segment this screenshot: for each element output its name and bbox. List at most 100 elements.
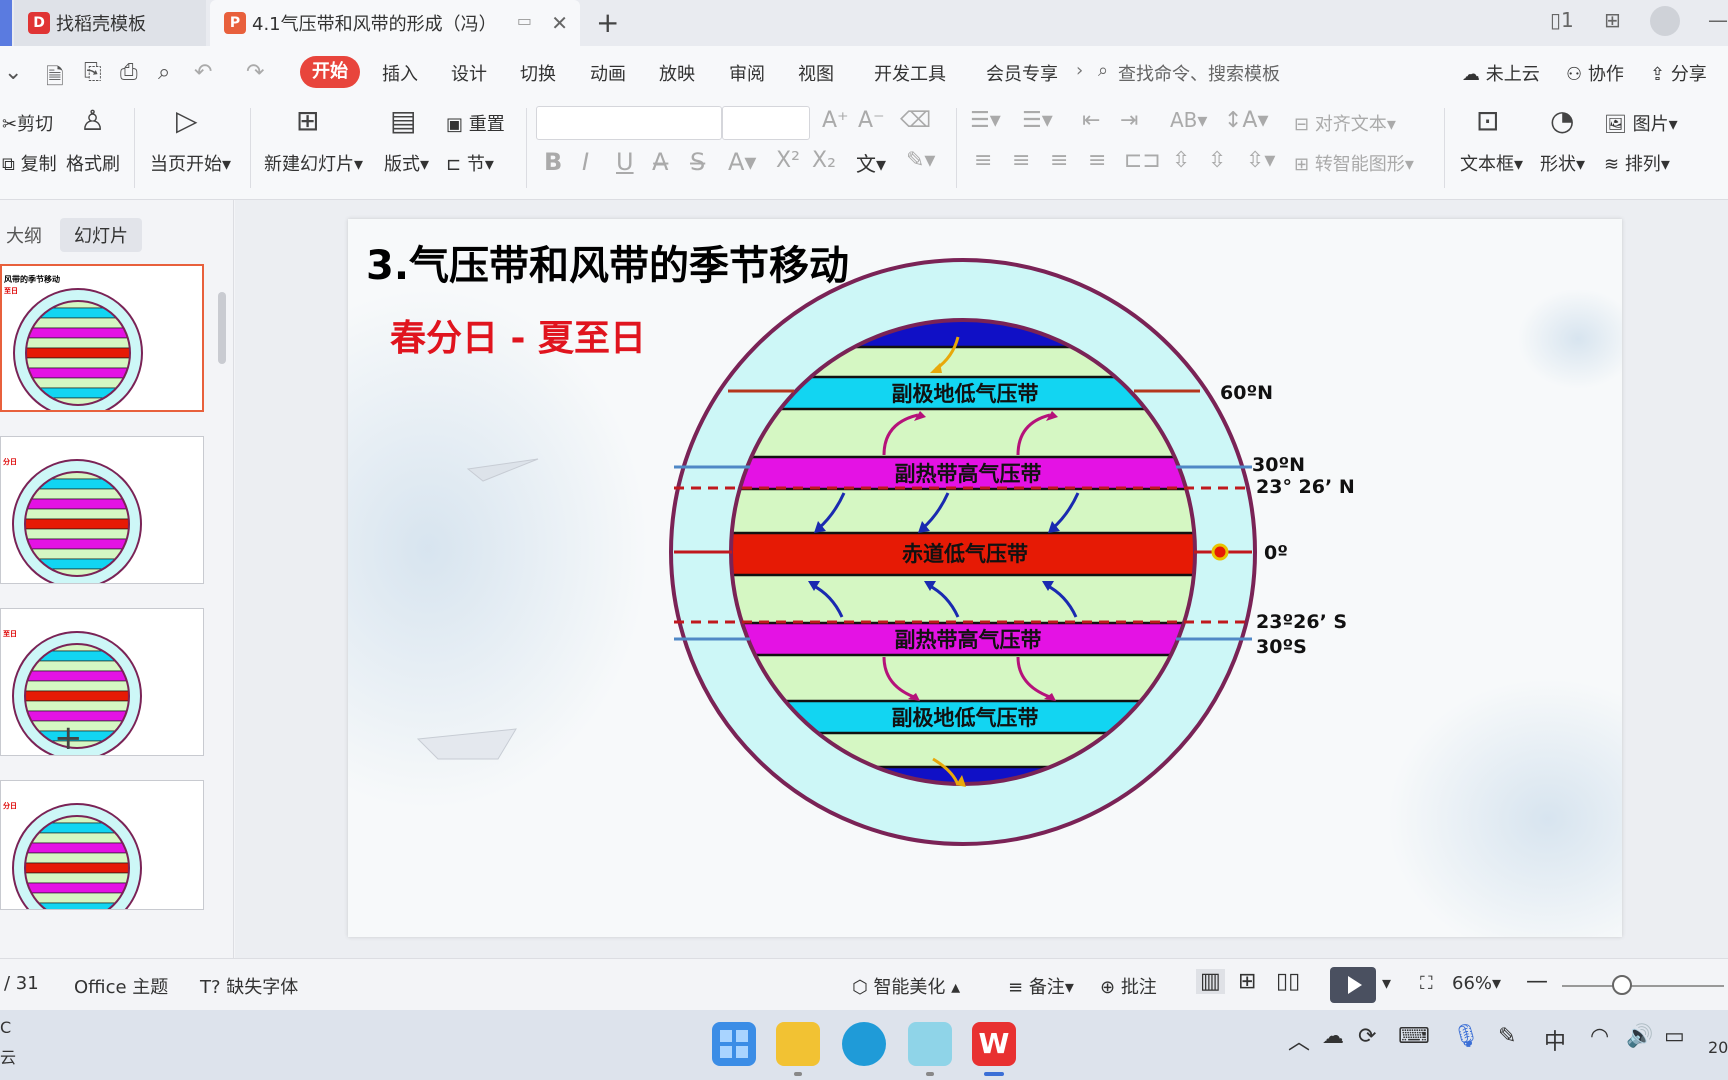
command-search[interactable]: ⌕ 查找命令、搜索模板 [1098, 60, 1280, 86]
cut-button[interactable]: ✂剪切 [2, 110, 53, 136]
section-button[interactable]: ⊏ 节▾ [446, 150, 494, 176]
menu-review[interactable]: 审阅 [729, 60, 765, 86]
start-icon[interactable] [712, 1022, 756, 1066]
format-painter-button[interactable]: 格式刷 [66, 150, 120, 176]
missing-font-button[interactable]: T? 缺失字体 [200, 973, 298, 999]
onedrive-icon[interactable]: ☁ [1322, 1024, 1344, 1049]
menu-transition[interactable]: 切换 [520, 60, 556, 86]
textbox-button[interactable]: 文本框▾ [1460, 150, 1523, 176]
spacing-dropdown-icon[interactable]: ⇳▾ [1246, 148, 1275, 173]
align-left-icon[interactable]: ≡ [974, 148, 992, 173]
decrease-font-icon[interactable]: A⁻ [858, 108, 885, 133]
zoom-out-icon[interactable]: — [1526, 969, 1548, 994]
keyboard-icon[interactable]: ⌨ [1398, 1024, 1430, 1049]
indent-icon[interactable]: ⇥ [1120, 108, 1138, 133]
close-tab-icon[interactable]: ✕ [551, 11, 568, 35]
bullet-list-icon[interactable]: ☰▾ [970, 108, 1001, 133]
tab-presentation[interactable]: P 4.1气压带和风带的形成（冯） ▭ ✕ [210, 0, 580, 46]
menu-more-icon[interactable]: › [1076, 60, 1083, 81]
redo-icon[interactable]: ↷ [246, 60, 264, 85]
sort-icon[interactable]: ↕A▾ [1224, 108, 1269, 133]
phonetic-icon[interactable]: 文▾ [856, 148, 886, 177]
reading-view-icon[interactable]: ▯▯ [1276, 969, 1300, 994]
file-explorer-icon[interactable] [776, 1022, 820, 1066]
smart-beautify-button[interactable]: ⬡ 智能美化 ▴ [852, 973, 960, 999]
normal-view-icon[interactable]: ▥ [1196, 969, 1225, 994]
live-wallpaper-icon[interactable] [908, 1022, 952, 1066]
comments-button[interactable]: ⊕ 批注 [1100, 973, 1157, 999]
highlight-icon[interactable]: ✎▾ [906, 148, 935, 173]
monitor-icon[interactable]: ▭ [517, 11, 532, 30]
undo-icon[interactable]: ↶ [194, 60, 212, 85]
preview-icon[interactable]: ⌕ [158, 60, 170, 85]
avatar[interactable] [1650, 6, 1680, 36]
print-icon[interactable]: ⎙ [120, 60, 138, 85]
slide-thumbnail[interactable]: 风带的季节移动 至日 [0, 264, 204, 412]
font-name-dropdown[interactable] [536, 106, 722, 140]
wifi-icon[interactable]: ◠ [1590, 1024, 1609, 1049]
save-icon[interactable]: 🗎 [46, 60, 64, 98]
align-center-icon[interactable]: ≡ [1012, 148, 1030, 173]
collab-button[interactable]: ⚇ 协作 [1566, 60, 1624, 86]
italic-icon[interactable]: I [582, 148, 589, 176]
share-button[interactable]: ⇪ 分享 [1650, 60, 1707, 86]
paragraph-spacing-icon[interactable]: ⇳ [1208, 148, 1226, 173]
numbered-list-icon[interactable]: ☰▾ [1022, 108, 1053, 133]
minimize-icon[interactable]: — [1708, 8, 1728, 32]
microphone-icon[interactable]: 🎙 [1452, 1024, 1480, 1049]
play-slideshow-button[interactable] [1330, 967, 1376, 1003]
battery-icon[interactable]: ▭ [1664, 1024, 1685, 1049]
menu-home[interactable]: 开始 [300, 56, 360, 88]
volume-icon[interactable]: 🔊 [1626, 1024, 1653, 1049]
new-slide-button[interactable]: 新建幻灯片▾ [264, 150, 363, 176]
menu-view[interactable]: 视图 [798, 60, 834, 86]
zoom-level[interactable]: 66%▾ [1452, 973, 1501, 994]
distribute-icon[interactable]: ⊏⊐ [1124, 148, 1161, 173]
slide-thumbnail[interactable]: 分日 [0, 436, 204, 584]
sync-icon[interactable]: ⟳ [1358, 1024, 1376, 1049]
tab-slides[interactable]: 幻灯片 [60, 218, 142, 252]
fit-window-icon[interactable]: ⛶ [1420, 973, 1433, 994]
page-count-icon[interactable]: ▯1 [1550, 8, 1574, 32]
grid-icon[interactable]: ⊞ [1604, 8, 1621, 32]
pen-icon[interactable]: ✎ [1498, 1024, 1516, 1049]
layout-button[interactable]: 版式▾ [384, 150, 429, 176]
outdent-icon[interactable]: ⇤ [1082, 108, 1100, 133]
increase-font-icon[interactable]: A⁺ [822, 108, 849, 133]
chevron-down-icon[interactable]: ⌄ [4, 60, 22, 85]
justify-icon[interactable]: ≡ [1088, 148, 1106, 173]
tab-docer-templates[interactable]: D 找稻壳模板 [14, 0, 206, 46]
theme-name[interactable]: Office 主题 [74, 973, 168, 999]
reset-button[interactable]: ▣ 重置 [446, 110, 505, 136]
align-right-icon[interactable]: ≡ [1050, 148, 1068, 173]
strikethrough-icon[interactable]: S̶ [690, 148, 705, 176]
menu-member[interactable]: 会员专享 [986, 60, 1058, 86]
panel-scrollbar[interactable] [218, 292, 226, 364]
zoom-slider-track[interactable] [1562, 985, 1724, 987]
text-effect-icon[interactable]: A̶ [652, 148, 668, 176]
menu-design[interactable]: 设计 [451, 60, 487, 86]
slide[interactable]: 3.气压带和风带的季节移动 春分日 - 夏至日 副极地低气压带 副热带高气压带 … [348, 219, 1622, 937]
ime-indicator[interactable]: 中 [1544, 1024, 1566, 1056]
tab-outline[interactable]: 大纲 [0, 218, 56, 252]
picture-button[interactable]: 🖼 图片▾ [1604, 110, 1678, 136]
smartart-button[interactable]: ⊞ 转智能图形▾ [1294, 150, 1414, 176]
play-from-current-button[interactable]: 当页开始▾ [150, 150, 231, 176]
align-text-button[interactable]: ⊟ 对齐文本▾ [1294, 110, 1396, 136]
menu-insert[interactable]: 插入 [382, 60, 418, 86]
zoom-slider-handle[interactable] [1612, 975, 1632, 995]
arrange-button[interactable]: ≋ 排列▾ [1604, 150, 1670, 176]
menu-animation[interactable]: 动画 [590, 60, 626, 86]
notes-button[interactable]: ≡ 备注▾ [1008, 973, 1074, 999]
clear-format-icon[interactable]: ⌫ [900, 108, 931, 133]
line-spacing-icon[interactable]: ⇳ [1172, 148, 1190, 173]
weather-widget[interactable]: C [0, 1018, 11, 1037]
font-size-dropdown[interactable] [722, 106, 810, 140]
add-slide-button[interactable]: + [54, 718, 83, 758]
slide-thumbnail[interactable]: 分日 [0, 780, 204, 910]
menu-developer[interactable]: 开发工具 [874, 60, 946, 86]
export-icon[interactable]: ⎘ [84, 60, 102, 85]
slide-thumbnail[interactable]: 至日 [0, 608, 204, 756]
menu-slideshow[interactable]: 放映 [659, 60, 695, 86]
sorter-view-icon[interactable]: ⊞ [1238, 969, 1256, 994]
